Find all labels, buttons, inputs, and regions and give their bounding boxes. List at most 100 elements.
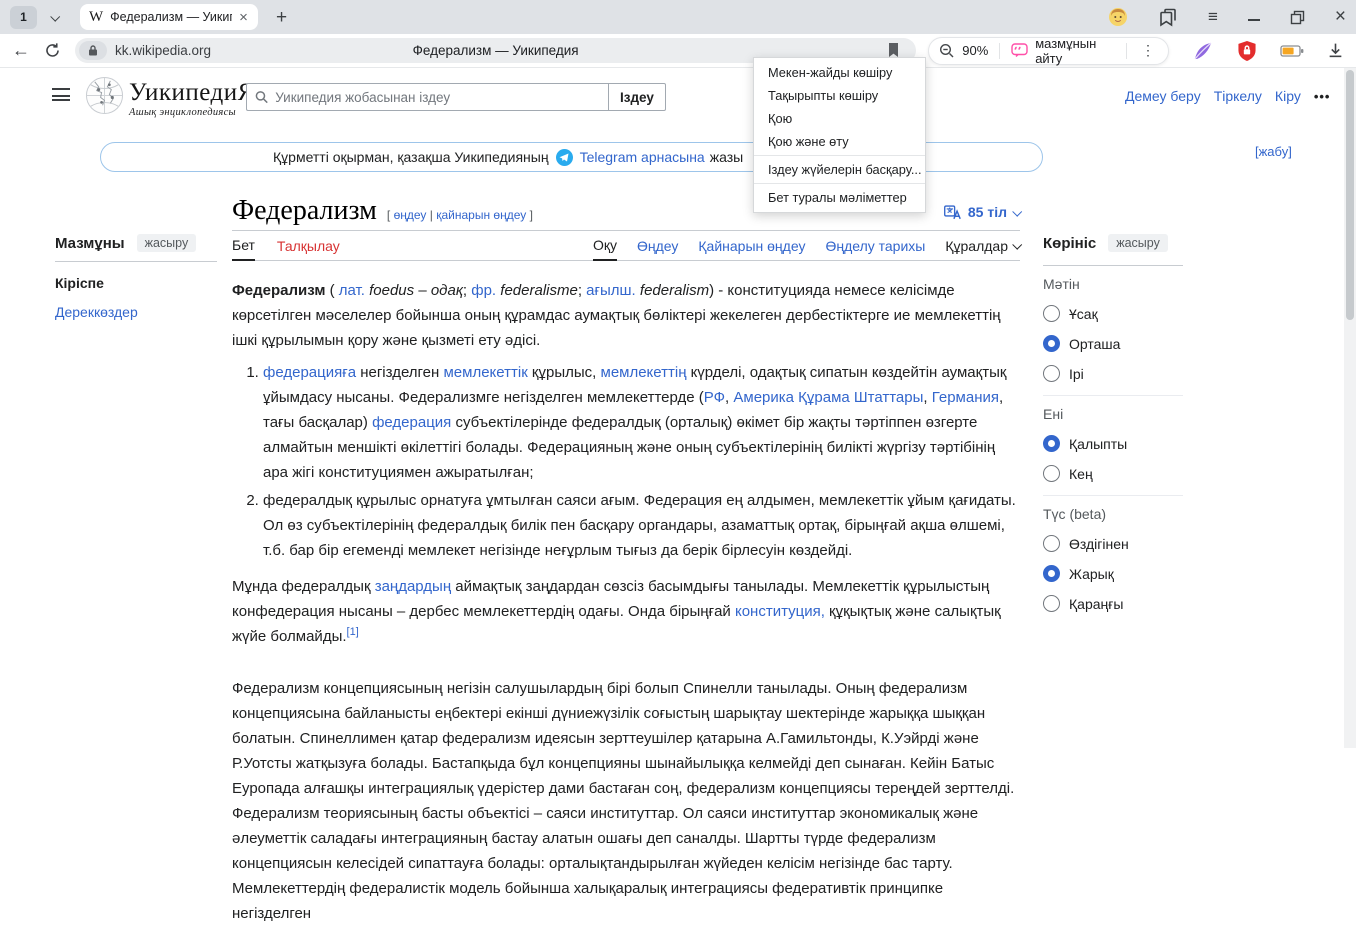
table-of-contents: Мазмұны жасыру КіріспеДереккөздер xyxy=(55,234,217,320)
wiki-link[interactable]: Америка Құрама Штаттары xyxy=(733,389,923,406)
radio-option[interactable]: Қалыпты xyxy=(1043,435,1183,452)
article-tab-Қайнарын өңдеу[interactable]: Қайнарын өңдеу xyxy=(698,231,805,261)
radio-button[interactable] xyxy=(1043,565,1060,582)
wiki-link[interactable]: ағылш. xyxy=(586,282,636,299)
browser-address-bar: ← kk.wikipedia.org Федерализм — Уикипеди… xyxy=(0,34,1356,68)
radio-option[interactable]: Жарық xyxy=(1043,565,1183,582)
browser-tab-bar: 1 W Федерализм — Уикипе × + ≡ × xyxy=(0,0,1356,34)
edit-link[interactable]: өңдеу xyxy=(394,208,427,222)
wiki-link[interactable]: конституция, xyxy=(735,603,825,620)
context-menu-item[interactable]: Қою және өту xyxy=(754,130,925,153)
radio-option[interactable]: Қараңғы xyxy=(1043,595,1183,612)
radio-button[interactable] xyxy=(1043,365,1060,382)
window-restore-button[interactable] xyxy=(1290,10,1305,25)
wiki-link[interactable]: Германия xyxy=(932,389,999,406)
italic-text: foedus xyxy=(369,282,414,299)
scrollbar-thumb[interactable] xyxy=(1346,70,1354,320)
appearance-hide-button[interactable]: жасыру xyxy=(1108,234,1168,252)
article-tab-Оқу[interactable]: Оқу xyxy=(593,231,617,261)
window-close-button[interactable]: × xyxy=(1335,6,1346,28)
wiki-link[interactable]: лат. xyxy=(339,282,365,299)
appearance-section-label: Түс (beta) xyxy=(1043,495,1183,522)
radio-button[interactable] xyxy=(1043,535,1060,552)
article-title: Федерализм xyxy=(232,196,377,226)
context-menu-item[interactable]: Қою xyxy=(754,107,925,130)
wiki-link[interactable]: фр. xyxy=(471,282,496,299)
search-input[interactable] xyxy=(275,90,600,105)
downloads-icon[interactable] xyxy=(1327,42,1344,59)
context-menu-item[interactable]: Бет туралы мәліметтер xyxy=(754,186,925,209)
zoom-level[interactable]: 90% xyxy=(962,43,988,58)
italic-text: federalisme xyxy=(500,282,578,299)
page-tools-pill: 90% мазмұнын айту ⋮ xyxy=(928,37,1169,65)
appearance-panel: Көрініс жасыру МәтінҰсақОрташаІріЕніҚалы… xyxy=(1043,234,1183,612)
wiki-link[interactable]: федерацияға xyxy=(263,364,356,381)
search-button[interactable]: Іздеу xyxy=(608,83,666,111)
article-tab-Құралдар[interactable]: Құралдар xyxy=(945,231,1020,261)
radio-button[interactable] xyxy=(1043,595,1060,612)
radio-option[interactable]: Өздігінен xyxy=(1043,535,1183,552)
wiki-link[interactable]: мемлекеттік xyxy=(443,364,527,381)
radio-option[interactable]: Кең xyxy=(1043,465,1183,482)
wikipedia-wordmark[interactable]: УикипедиЯ Ашық энциклопедиясы xyxy=(129,79,255,118)
toc-item[interactable]: Дереккөздер xyxy=(55,304,217,320)
tab-list-chevron-icon[interactable] xyxy=(51,8,58,26)
banner-close-link[interactable]: [жабу] xyxy=(1255,144,1292,159)
language-selector-button[interactable]: 85 тіл xyxy=(944,204,1020,220)
wiki-link[interactable]: заңдардың xyxy=(375,578,451,595)
appearance-section-label: Ені xyxy=(1043,395,1183,422)
banner-telegram-link[interactable]: Telegram арнасына xyxy=(580,149,705,165)
tab-count-button[interactable]: 1 xyxy=(10,6,37,29)
context-menu-item[interactable]: Мекен-жайды көшіру xyxy=(754,61,925,84)
radio-button[interactable] xyxy=(1043,435,1060,452)
read-aloud-button[interactable]: мазмұнын айту xyxy=(1035,36,1115,66)
header-link[interactable]: Тіркелу xyxy=(1214,88,1262,104)
header-link[interactable]: Демеу беру xyxy=(1125,88,1201,104)
reload-button[interactable] xyxy=(44,42,61,59)
browser-tab-active[interactable]: W Федерализм — Уикипе × xyxy=(80,4,258,30)
radio-button[interactable] xyxy=(1043,335,1060,352)
browser-menu-icon[interactable]: ≡ xyxy=(1208,7,1218,27)
more-tools-kebab-icon[interactable]: ⋮ xyxy=(1138,42,1158,59)
search-box[interactable] xyxy=(246,83,608,111)
zoom-out-icon[interactable] xyxy=(939,43,955,59)
wiki-link[interactable]: РФ xyxy=(704,389,725,406)
radio-button[interactable] xyxy=(1043,305,1060,322)
article-body: Федерализм ( лат. foedus – одақ; фр. fed… xyxy=(232,261,1020,926)
read-aloud-icon[interactable] xyxy=(1011,43,1028,58)
back-button[interactable]: ← xyxy=(12,40,30,61)
article-tab-Бет[interactable]: Бет xyxy=(232,231,255,261)
article-tab-Өңделу тарихы[interactable]: Өңделу тарихы xyxy=(825,231,925,261)
wiki-link[interactable]: мемлекеттің xyxy=(601,364,687,381)
chevron-down-icon xyxy=(1012,206,1022,216)
article-tab-Талқылау[interactable]: Талқылау xyxy=(277,231,340,261)
header-link[interactable]: Кіру xyxy=(1275,88,1301,104)
edit-source-link[interactable]: қайнарын өңдеу xyxy=(436,208,526,222)
reference-link[interactable]: [1] xyxy=(347,626,359,638)
paragraph: Федерализм концепциясының негізін салушы… xyxy=(232,676,1020,926)
yandex-pen-extension-icon[interactable] xyxy=(1192,40,1214,62)
bookmarks-panel-icon[interactable] xyxy=(1158,7,1178,27)
tab-close-icon[interactable]: × xyxy=(239,10,248,25)
toc-hide-button[interactable]: жасыру xyxy=(137,234,197,252)
wiki-link[interactable]: федерация xyxy=(372,414,451,431)
search-form: Іздеу xyxy=(246,83,666,111)
radio-option[interactable]: Ұсақ xyxy=(1043,305,1183,322)
reference-sup: [1] xyxy=(347,626,359,638)
radio-option[interactable]: Ірі xyxy=(1043,365,1183,382)
profile-avatar[interactable] xyxy=(1108,7,1128,27)
main-menu-hamburger-icon[interactable] xyxy=(52,88,70,101)
article-tab-Өңдеу[interactable]: Өңдеу xyxy=(637,231,678,261)
radio-option[interactable]: Орташа xyxy=(1043,335,1183,352)
more-options-ellipsis[interactable]: ••• xyxy=(1314,89,1331,104)
protect-shield-icon[interactable] xyxy=(1237,40,1257,62)
radio-button[interactable] xyxy=(1043,465,1060,482)
article-tabs: Бет Талқылау Оқу Өңдеу Қайнарын өңдеу Өңделу… xyxy=(232,231,1020,261)
toc-item[interactable]: Кіріспе xyxy=(55,275,217,291)
new-tab-button[interactable]: + xyxy=(276,8,287,27)
page-scrollbar[interactable] xyxy=(1344,68,1356,748)
context-menu-item[interactable]: Іздеу жүйелерін басқару... xyxy=(754,158,925,181)
wikipedia-globe-logo[interactable] xyxy=(85,76,124,120)
battery-icon[interactable] xyxy=(1280,44,1304,58)
context-menu-item[interactable]: Тақырыпты көшіру xyxy=(754,84,925,107)
